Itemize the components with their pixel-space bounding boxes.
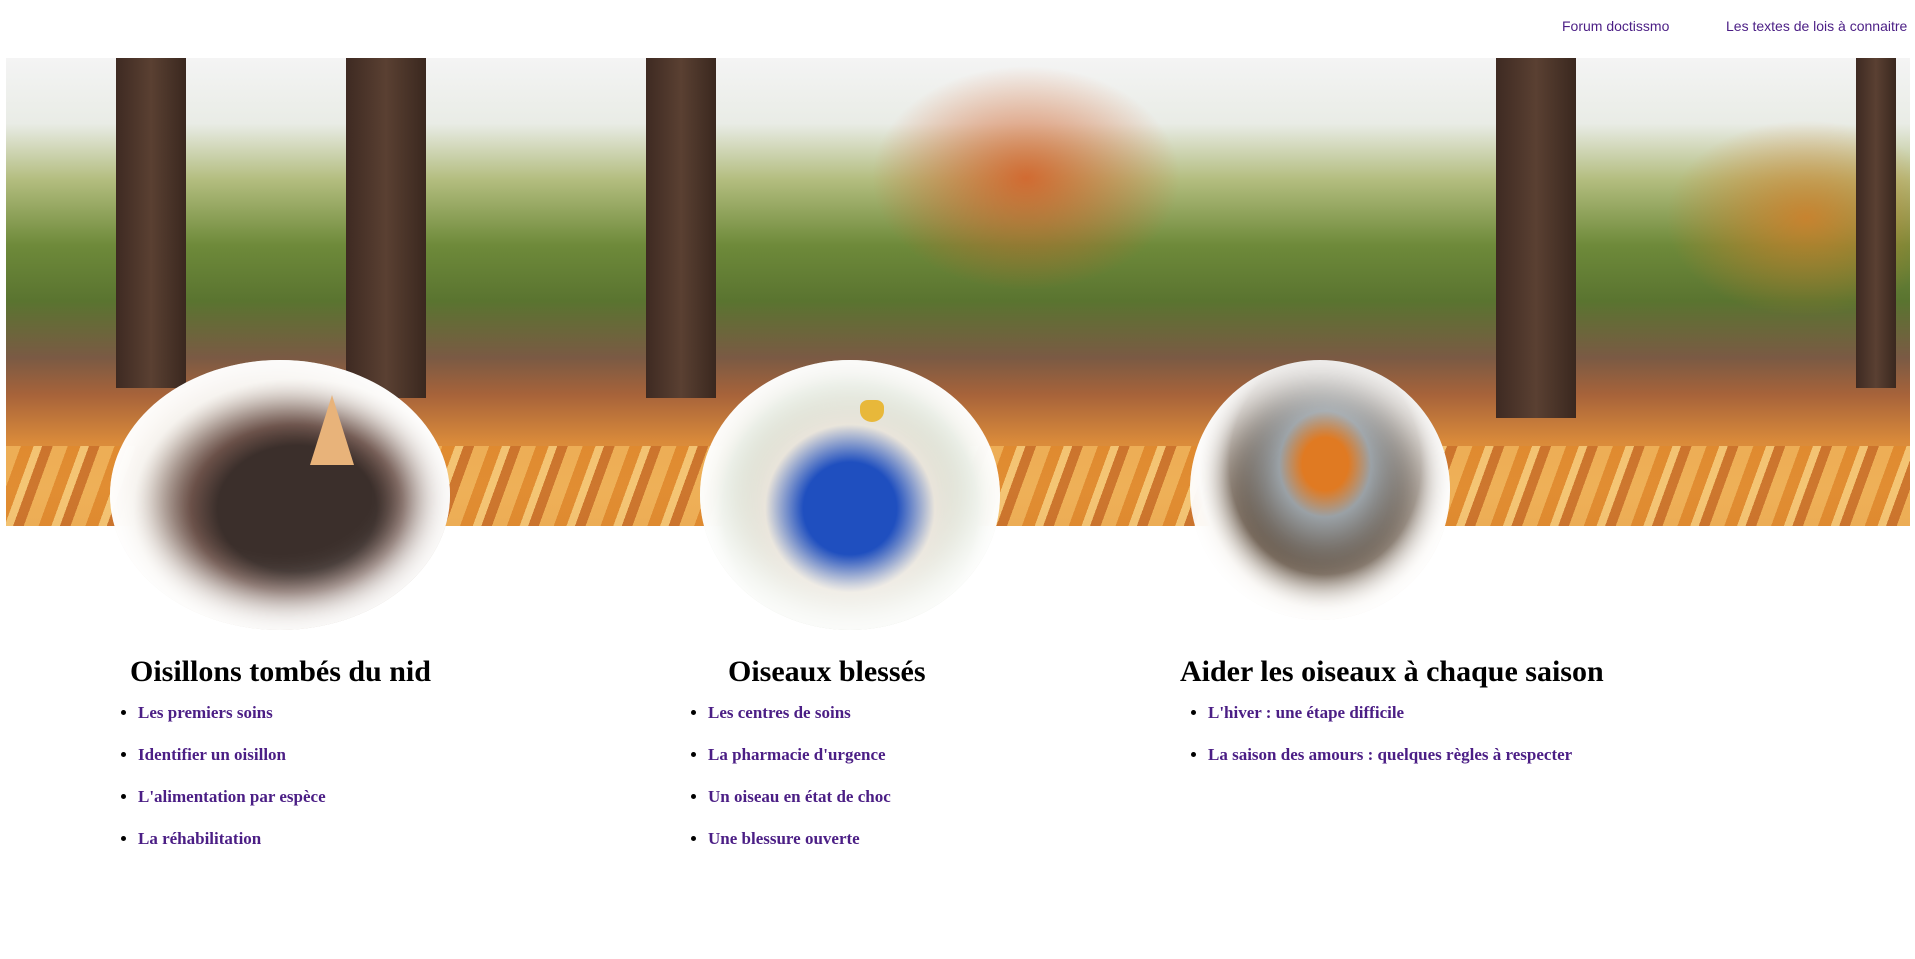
list-item: La réhabilitation xyxy=(138,829,431,849)
section-seasonal-help: Aider les oiseaux à chaque saison L'hive… xyxy=(1180,655,1604,787)
list-item: Une blessure ouverte xyxy=(708,829,926,849)
link-winter[interactable]: L'hiver : une étape difficile xyxy=(1208,703,1404,722)
list-item: Les centres de soins xyxy=(708,703,926,723)
link-mating-season[interactable]: La saison des amours : quelques règles à… xyxy=(1208,745,1572,764)
link-list: Les premiers soins Identifier un oisillo… xyxy=(110,703,431,849)
list-item: La pharmacie d'urgence xyxy=(708,745,926,765)
link-care-centers[interactable]: Les centres de soins xyxy=(708,703,851,722)
list-item: La saison des amours : quelques règles à… xyxy=(1208,745,1604,765)
laws-link[interactable]: Les textes de lois à connaitre xyxy=(1726,18,1907,34)
fledgling-beak xyxy=(310,395,354,465)
list-item: L'alimentation par espèce xyxy=(138,787,431,807)
tree-trunk xyxy=(646,58,716,398)
list-item: Les premiers soins xyxy=(138,703,431,723)
section-injured-birds: Oiseaux blessés Les centres de soins La … xyxy=(680,655,926,871)
link-bird-in-shock[interactable]: Un oiseau en état de choc xyxy=(708,787,891,806)
injured-hawk-image[interactable] xyxy=(700,360,1000,630)
section-fallen-nestlings: Oisillons tombés du nid Les premiers soi… xyxy=(110,655,431,871)
link-list: Les centres de soins La pharmacie d'urge… xyxy=(680,703,926,849)
top-navigation: Forum doctissmo Les textes de lois à con… xyxy=(0,18,1915,38)
section-title: Aider les oiseaux à chaque saison xyxy=(1180,655,1604,688)
section-title: Oiseaux blessés xyxy=(728,655,926,688)
list-item: Identifier un oisillon xyxy=(138,745,431,765)
section-title: Oisillons tombés du nid xyxy=(130,655,431,688)
fledgling-bird-image[interactable] xyxy=(110,360,450,630)
link-open-wound[interactable]: Une blessure ouverte xyxy=(708,829,860,848)
tree-trunk xyxy=(116,58,186,388)
hawk-beak xyxy=(860,400,884,422)
link-identify-nestling[interactable]: Identifier un oisillon xyxy=(138,745,286,764)
tree-trunk xyxy=(1496,58,1576,418)
tree-trunk xyxy=(1856,58,1896,388)
list-item: L'hiver : une étape difficile xyxy=(1208,703,1604,723)
link-first-aid[interactable]: Les premiers soins xyxy=(138,703,273,722)
robin-image[interactable] xyxy=(1190,360,1450,620)
list-item: Un oiseau en état de choc xyxy=(708,787,926,807)
link-list: L'hiver : une étape difficile La saison … xyxy=(1180,703,1604,765)
tree-trunk xyxy=(346,58,426,398)
link-emergency-pharmacy[interactable]: La pharmacie d'urgence xyxy=(708,745,886,764)
link-rehabilitation[interactable]: La réhabilitation xyxy=(138,829,261,848)
link-feeding-by-species[interactable]: L'alimentation par espèce xyxy=(138,787,326,806)
forum-link[interactable]: Forum doctissmo xyxy=(1562,18,1669,34)
